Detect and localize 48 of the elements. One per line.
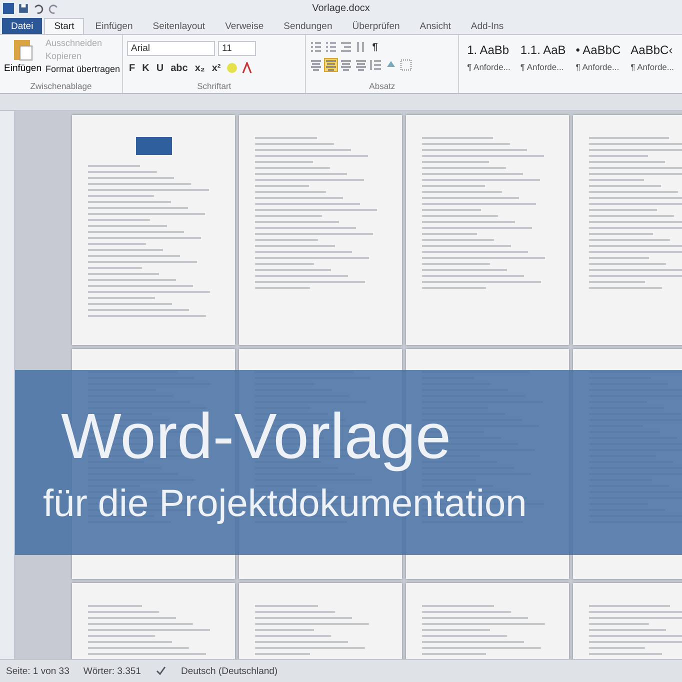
clipboard-button[interactable]: Format übertragen bbox=[46, 63, 120, 75]
page-count: Seite: 1 von 33 bbox=[6, 666, 70, 676]
style-preset[interactable]: 1.1. AaB ¶ Anforde... bbox=[516, 43, 570, 85]
save-icon[interactable] bbox=[18, 3, 29, 14]
ribbon-tab[interactable]: Start bbox=[44, 18, 84, 34]
format-button[interactable]: U bbox=[154, 62, 166, 74]
font-color-icon[interactable] bbox=[240, 62, 253, 74]
redo-icon[interactable] bbox=[48, 3, 59, 14]
paste-button[interactable]: Einfügen bbox=[4, 37, 42, 81]
format-button[interactable]: abc bbox=[168, 62, 190, 74]
bullet-list-icon[interactable] bbox=[310, 41, 322, 53]
pilcrow-button[interactable]: ¶ bbox=[370, 42, 380, 52]
align-icon[interactable] bbox=[340, 59, 352, 71]
style-preset[interactable]: • AaBbC ¶ Anforde... bbox=[572, 43, 625, 85]
font-size-field[interactable]: 11 bbox=[218, 41, 256, 56]
ribbon-tab[interactable]: Sendungen bbox=[274, 18, 342, 34]
ribbon-tab[interactable]: Überprüfen bbox=[343, 18, 409, 34]
ribbon-tab[interactable]: Seitenlayout bbox=[144, 18, 214, 34]
ribbon-tab[interactable]: Verweise bbox=[216, 18, 273, 34]
group-label: Schriftart bbox=[196, 81, 232, 93]
align-icon[interactable] bbox=[310, 59, 322, 71]
file-tab[interactable]: Datei bbox=[2, 18, 42, 34]
style-preset[interactable]: 1. AaBb ¶ Anforde... bbox=[463, 43, 514, 85]
word-app-icon bbox=[3, 3, 14, 14]
language-indicator[interactable]: Deutsch (Deutschland) bbox=[180, 666, 278, 676]
line-spacing-icon[interactable] bbox=[370, 59, 382, 71]
align-icon[interactable] bbox=[325, 59, 338, 71]
indent-icon[interactable] bbox=[340, 41, 352, 53]
ribbon-tab[interactable]: Einfügen bbox=[86, 18, 142, 34]
format-button[interactable]: K bbox=[140, 62, 152, 74]
group-label: Zwischenablage bbox=[29, 81, 93, 93]
undo-icon[interactable] bbox=[33, 3, 44, 14]
align-icon[interactable] bbox=[355, 59, 368, 71]
banner-subtitle: für die Projektdokumentation bbox=[43, 483, 527, 526]
proofing-icon[interactable] bbox=[154, 665, 167, 677]
border-icon[interactable] bbox=[400, 59, 412, 71]
word-count: Wörter: 3.351 bbox=[83, 666, 141, 676]
format-button[interactable]: F bbox=[127, 62, 138, 74]
window-title: Vorlage.docx bbox=[312, 3, 370, 14]
font-family-field[interactable]: Arial bbox=[127, 41, 215, 56]
format-button[interactable]: x² bbox=[210, 62, 223, 74]
banner-title: Word-Vorlage bbox=[61, 399, 452, 473]
group-label: Absatz bbox=[368, 81, 396, 93]
style-preset[interactable]: AaBbC‹ ¶ Anforde... bbox=[626, 43, 678, 85]
clipboard-icon bbox=[12, 37, 33, 61]
ribbon-tab[interactable]: Ansicht bbox=[410, 18, 460, 34]
ribbon-tab[interactable]: Add-Ins bbox=[462, 18, 513, 34]
format-button[interactable]: x₂ bbox=[192, 62, 207, 74]
